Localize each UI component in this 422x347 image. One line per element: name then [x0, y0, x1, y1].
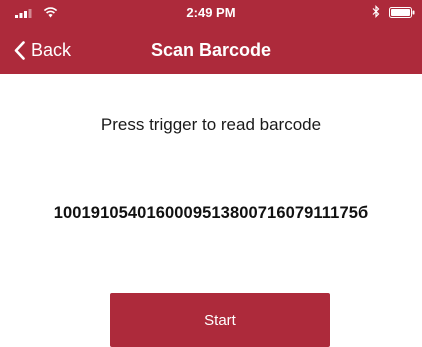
header: 2:49 PM Back Scan Barcode [0, 0, 422, 74]
barcode-value: 100191054016000951380071607911175б [53, 204, 369, 222]
status-bar: 2:49 PM [0, 0, 422, 26]
back-chevron-icon [14, 40, 25, 60]
nav-bar: Back Scan Barcode [0, 28, 422, 74]
start-button[interactable]: Start [110, 293, 330, 347]
battery-icon [389, 7, 415, 18]
scan-barcode-screen: 2:49 PM Back Scan Barcode Press trigger … [0, 0, 422, 347]
back-button[interactable]: Back [14, 36, 71, 64]
back-label: Back [31, 39, 72, 60]
status-time: 2:49 PM [186, 5, 236, 20]
bluetooth-icon [372, 5, 380, 18]
instruction-text: Press trigger to read barcode [100, 115, 322, 134]
